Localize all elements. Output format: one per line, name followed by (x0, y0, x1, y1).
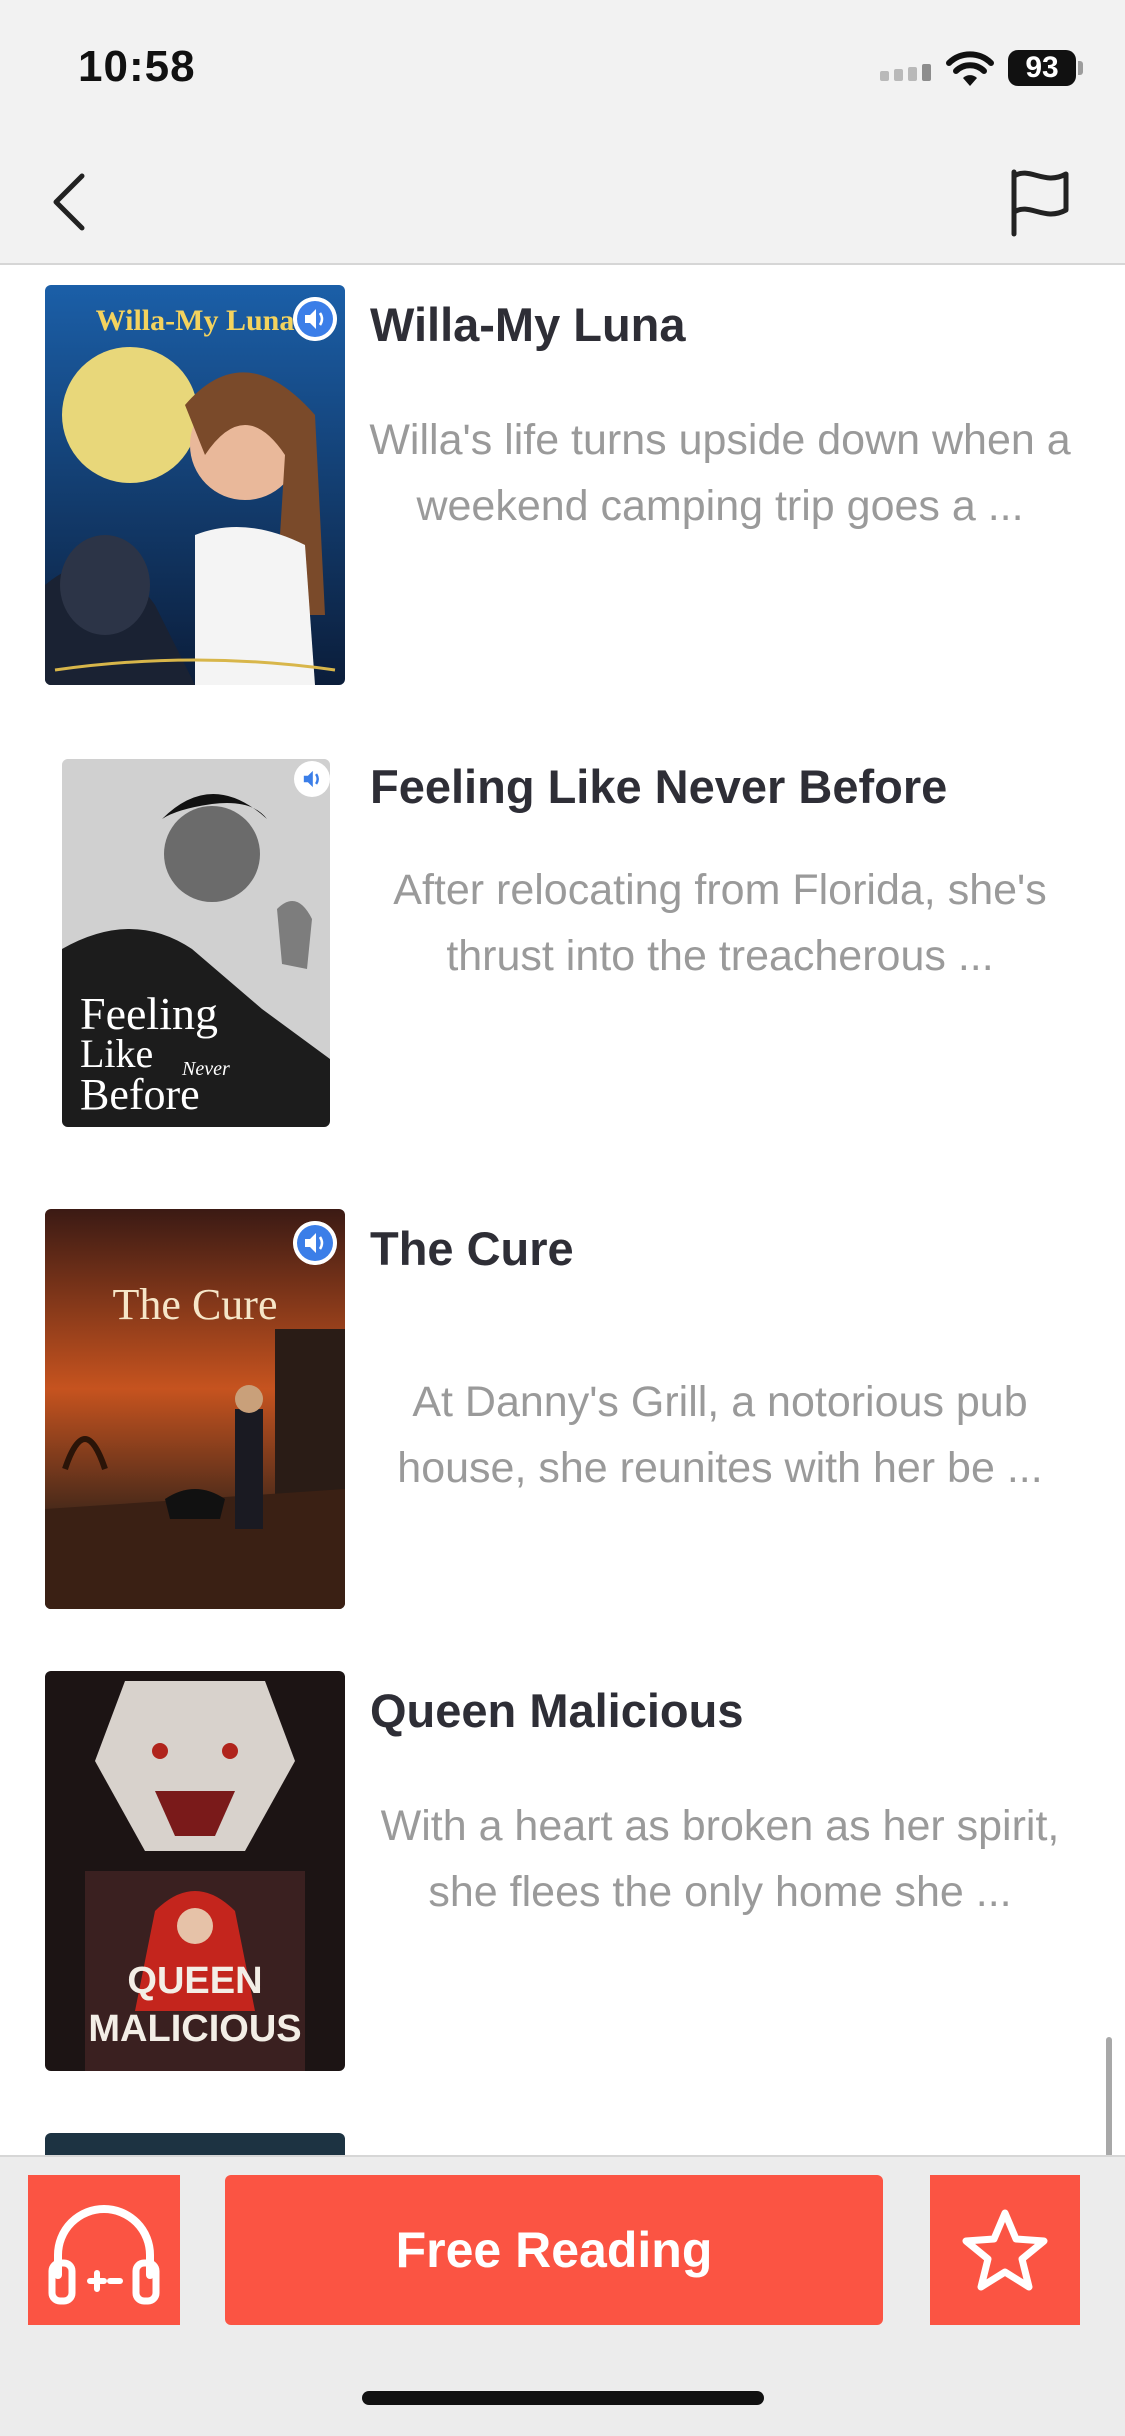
book-description: After relocating from Florida, she's thr… (393, 866, 1047, 980)
cover-title-line-1: QUEEN (127, 1960, 262, 2002)
navigation-bar (0, 140, 1125, 265)
book-cover[interactable] (45, 2133, 345, 2155)
battery-tip (1078, 61, 1083, 75)
cover-title-line-4: Before (80, 1070, 200, 1119)
audio-icon (294, 761, 330, 797)
battery-indicator: 93 (1008, 50, 1076, 86)
book-cover[interactable]: Willa-My Luna (45, 285, 345, 685)
book-item[interactable]: The Cure The Cure At Danny's Grill, a no… (0, 1191, 1125, 1631)
book-description: At Danny's Grill, a notorious pub house,… (397, 1378, 1043, 1492)
book-cover[interactable]: Feeling Like Never Before (62, 759, 330, 1127)
book-cover[interactable]: The Cure (45, 1209, 345, 1609)
cover-title-line-2: MALICIOUS (88, 2008, 301, 2050)
scroll-indicator[interactable] (1106, 2037, 1112, 2155)
book-item[interactable]: Feeling Like Never Before Feeling Like N… (0, 729, 1125, 1169)
book-list[interactable]: Willa-My Luna Willa-My Luna Willa's life… (0, 267, 1125, 2155)
book-description: Willa's life turns upside down when a we… (369, 416, 1071, 530)
book-cover[interactable]: QUEEN MALICIOUS (45, 1671, 345, 2071)
cover-title: The Cure (113, 1280, 278, 1329)
audio-icon (293, 297, 337, 341)
book-title[interactable]: Willa-My Luna (370, 297, 686, 352)
audio-icon (293, 1221, 337, 1265)
favorite-button[interactable] (930, 2175, 1080, 2325)
status-bar: 10:58 93 (0, 0, 1125, 140)
book-title[interactable]: The Cure (370, 1221, 574, 1276)
book-item[interactable]: QUEEN MALICIOUS Queen Malicious With a h… (0, 1653, 1125, 2093)
book-item[interactable]: Willa-My Luna Willa-My Luna Willa's life… (0, 267, 1125, 707)
cover-title: Willa-My Luna (96, 304, 295, 337)
listen-button[interactable] (28, 2175, 180, 2325)
free-reading-button[interactable]: Free Reading (225, 2175, 883, 2325)
book-item[interactable] (0, 2115, 1125, 2155)
star-icon (962, 2209, 1048, 2291)
home-indicator[interactable] (362, 2391, 764, 2405)
headphones-icon (48, 2205, 160, 2305)
book-title[interactable]: Queen Malicious (370, 1683, 743, 1738)
book-description: With a heart as broken as her spirit, sh… (380, 1802, 1060, 1916)
flag-icon[interactable] (1000, 164, 1080, 240)
book-title[interactable]: Feeling Like Never Before (370, 759, 947, 814)
wifi-icon (946, 51, 994, 86)
cellular-signal-icon (880, 64, 931, 81)
status-time: 10:58 (78, 42, 196, 91)
chevron-left-icon[interactable] (40, 164, 100, 240)
